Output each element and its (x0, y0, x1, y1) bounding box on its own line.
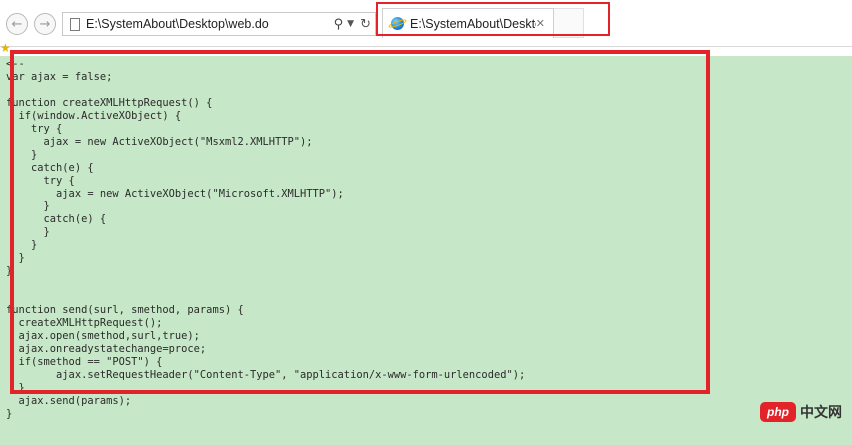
code-line: ajax.send(params); (6, 394, 132, 407)
tab-highlight-box (376, 2, 610, 36)
code-line: } (6, 407, 13, 420)
page-icon (70, 17, 80, 31)
address-text[interactable]: E:\SystemAbout\Desktop\web.do (86, 17, 334, 31)
back-button[interactable]: ← (6, 13, 28, 35)
code-highlight-box (10, 50, 710, 394)
forward-arrow-icon: → (39, 16, 51, 32)
watermark-text: 中文网 (800, 405, 842, 421)
search-icon[interactable]: ⚲ (334, 17, 344, 32)
chevron-down-icon[interactable]: ▼ (347, 19, 354, 29)
back-arrow-icon: ← (11, 16, 23, 32)
refresh-icon[interactable]: ↻ (360, 17, 371, 32)
watermark: php 中文网 (760, 400, 852, 424)
php-logo: php (760, 402, 796, 422)
address-bar[interactable]: E:\SystemAbout\Desktop\web.do ⚲ ▼ ↻ (62, 12, 376, 36)
browser-toolbar: ← → E:\SystemAbout\Desktop\web.do ⚲ ▼ ↻ … (0, 0, 852, 47)
forward-button[interactable]: → (34, 13, 56, 35)
